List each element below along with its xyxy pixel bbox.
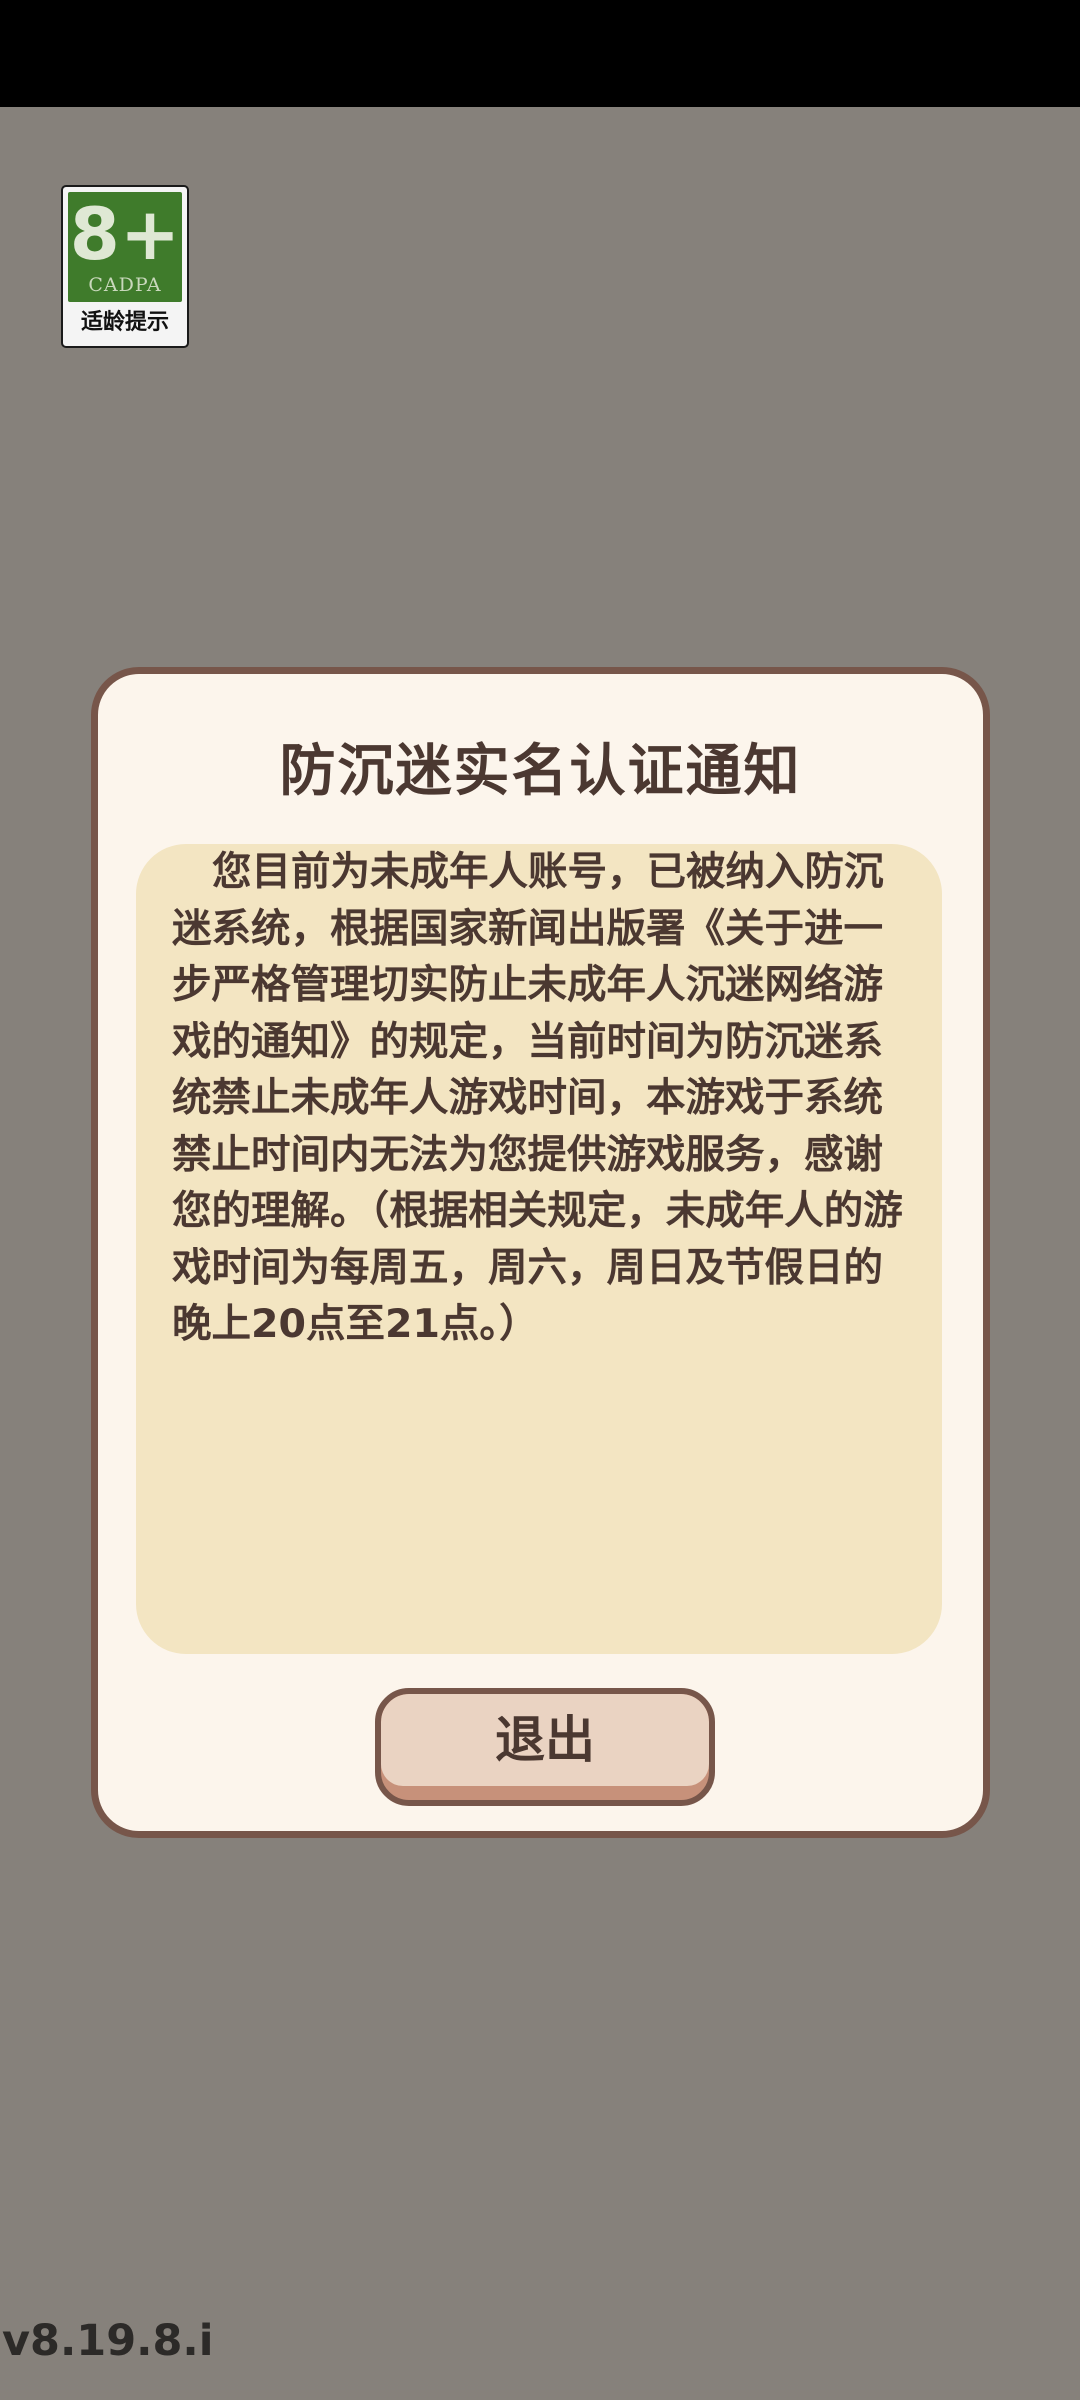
age-rating-caption: 适龄提示 xyxy=(80,310,169,335)
age-rating-number: 8+ xyxy=(69,192,181,276)
version-label: v8.19.8.i xyxy=(2,2316,214,2366)
age-rating-organization: CADPA xyxy=(88,274,162,296)
age-rating-panel: 8+ CADPA xyxy=(68,192,182,302)
status-bar xyxy=(0,0,1080,107)
game-screen: 8+ CADPA 适龄提示 防沉迷实名认证通知 您目前为未成年人账号，已被纳入防… xyxy=(0,0,1080,2400)
anti-addiction-dialog: 防沉迷实名认证通知 您目前为未成年人账号，已被纳入防沉迷系统，根据国家新闻出版署… xyxy=(91,667,990,1838)
exit-button[interactable]: 退出 xyxy=(375,1688,715,1806)
exit-button-label: 退出 xyxy=(495,1711,595,1769)
notice-box: 您目前为未成年人账号，已被纳入防沉迷系统，根据国家新闻出版署《关于进一步严格管理… xyxy=(136,844,942,1654)
notice-message: 您目前为未成年人账号，已被纳入防沉迷系统，根据国家新闻出版署《关于进一步严格管理… xyxy=(172,849,903,1347)
dialog-title: 防沉迷实名认证通知 xyxy=(279,739,802,804)
age-rating-badge: 8+ CADPA 适龄提示 xyxy=(61,185,189,348)
